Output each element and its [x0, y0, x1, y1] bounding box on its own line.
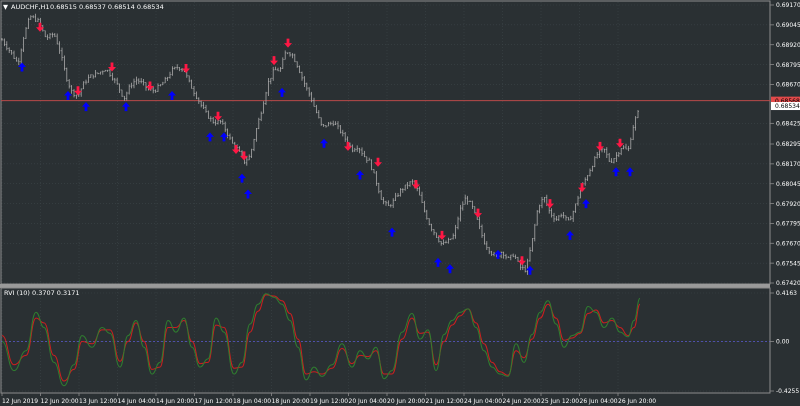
- x-tick-label: 14 Jun 20:00: [156, 398, 194, 405]
- x-tick-label: 24 Jun 04:00: [464, 398, 502, 405]
- y-tick-label: 0.69045: [776, 22, 800, 29]
- x-tick-label: 19 Jun 12:00: [310, 398, 348, 405]
- y-tick-label: 0.67795: [776, 221, 800, 228]
- x-tick-label: 24 Jun 20:00: [503, 398, 541, 405]
- x-tick-label: 12 Jun 2019: [2, 398, 38, 405]
- pane-separator[interactable]: [0, 284, 770, 288]
- x-tick-label: 26 Jun 04:00: [580, 398, 618, 405]
- y-tick-label: 0.67420: [776, 280, 800, 287]
- chart-window: ▼ AUDCHF,H1 0.68515 0.68537 0.68514 0.68…: [0, 0, 800, 406]
- bid-price-label: 0.68534: [775, 103, 800, 110]
- y-tick-label: 0.69170: [776, 2, 800, 9]
- y-tick-label: 0.68670: [776, 82, 800, 89]
- x-tick-label: 20 Jun 20:00: [387, 398, 425, 405]
- y-tick-label: 0.68295: [776, 141, 800, 148]
- indicator-title: RVI (10) 0.3707 0.3171: [4, 289, 80, 297]
- x-tick-label: 14 Jun 04:00: [118, 398, 156, 405]
- x-tick-label: 25 Jun 12:00: [541, 398, 579, 405]
- y-tick-label: 0.4163: [776, 290, 797, 297]
- x-tick-label: 13 Jun 12:00: [79, 398, 117, 405]
- y-tick-label: 0.68170: [776, 161, 800, 168]
- x-tick-label: 17 Jun 12:00: [195, 398, 233, 405]
- x-tick-label: 18 Jun 04:00: [233, 398, 271, 405]
- chart-background: [0, 0, 800, 406]
- x-tick-label: 21 Jun 12:00: [426, 398, 464, 405]
- y-tick-label: 0.68425: [776, 121, 800, 128]
- y-tick-label: 0.68045: [776, 181, 800, 188]
- x-tick-label: 18 Jun 20:00: [272, 398, 310, 405]
- ohlc-readout: 0.68515 0.68537 0.68514 0.68534: [50, 3, 164, 11]
- x-tick-label: 12 Jun 20:00: [41, 398, 79, 405]
- x-tick-label: 20 Jun 04:00: [349, 398, 387, 405]
- y-tick-label: 0.67670: [776, 240, 800, 247]
- y-tick-label: 0.00: [776, 339, 790, 346]
- symbol-title-chevron[interactable]: ▼: [3, 3, 8, 11]
- x-tick-label: 26 Jun 20:00: [618, 398, 656, 405]
- price-tags: 0.685680.68534: [771, 96, 800, 110]
- y-tick-label: 0.67920: [776, 201, 800, 208]
- y-tick-label: 0.68920: [776, 42, 800, 49]
- symbol-title: AUDCHF,H1: [11, 3, 49, 11]
- y-tick-label: 0.67545: [776, 260, 800, 267]
- y-tick-label: -0.4255: [776, 388, 799, 395]
- y-tick-label: 0.68795: [776, 62, 800, 69]
